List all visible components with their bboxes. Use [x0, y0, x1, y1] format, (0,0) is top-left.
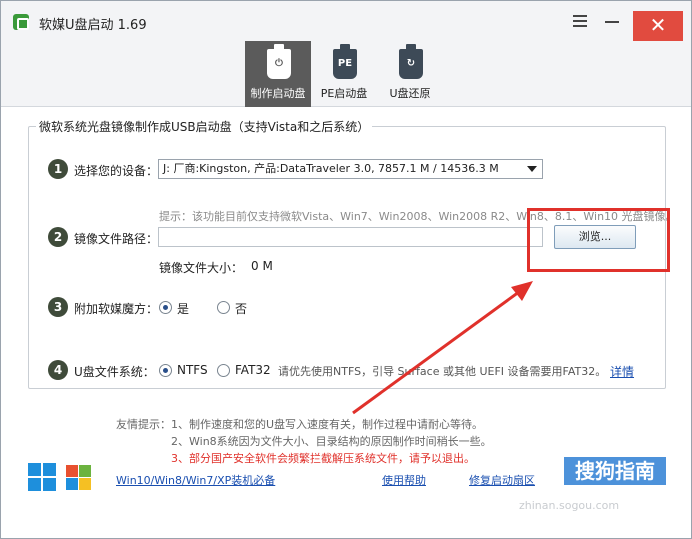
window-title: 软媒U盘启动 1.69: [39, 18, 147, 33]
step-2-badge: 2: [48, 227, 68, 247]
image-path-label: 镜像文件路径：: [74, 232, 159, 246]
tip-line-1: 友情提示：1、制作速度和您的U盘写入速度有关，制作过程中请耐心等待。: [116, 418, 484, 431]
group-legend: 微软系统光盘镜像制作成USB启动盘（支持Vista和之后系统）: [36, 118, 373, 135]
tab-label: U盘还原: [389, 87, 431, 100]
tab-label: 制作启动盘: [250, 87, 306, 100]
ntfs-label[interactable]: NTFS: [177, 363, 208, 377]
image-path-input[interactable]: [158, 227, 543, 247]
highlight-box: [527, 208, 670, 272]
repair-boot-link[interactable]: 修复启动扇区: [469, 472, 535, 488]
usb-restore-icon: ↻: [399, 44, 423, 79]
device-selected-value: J: 厂商:Kingston, 产品:DataTraveler 3.0, 785…: [163, 162, 499, 175]
fat32-radio[interactable]: [217, 364, 230, 377]
mofang-label: 附加软媒魔方：: [74, 302, 159, 316]
image-size-value: 0 M: [251, 259, 273, 273]
windows10-logo-icon[interactable]: [28, 463, 56, 491]
windows7-logo-icon[interactable]: [64, 463, 92, 491]
mofang-no-radio[interactable]: [217, 301, 230, 314]
usb-power-icon: ⏻: [267, 44, 291, 79]
tip-line-2: 2、Win8系统因为文件大小、目录结构的原因制作时间稍长一些。: [171, 435, 492, 448]
image-size-label: 镜像文件大小：: [159, 261, 244, 275]
device-label: 选择您的设备：: [74, 164, 159, 178]
mofang-yes-radio[interactable]: [159, 301, 172, 314]
filesystem-note: 请优先使用NTFS，引导 Surface 或其他 UEFI 设备需要用FAT32…: [278, 365, 607, 378]
step-1-badge: 1: [48, 159, 68, 179]
win-install-link[interactable]: Win10/Win8/Win7/XP装机必备: [116, 472, 275, 488]
device-select[interactable]: J: 厂商:Kingston, 产品:DataTraveler 3.0, 785…: [158, 159, 543, 179]
tab-label: PE启动盘: [320, 87, 368, 100]
chevron-down-icon[interactable]: [527, 166, 537, 172]
mofang-no-label[interactable]: 否: [235, 300, 247, 317]
mofang-yes-label[interactable]: 是: [177, 300, 189, 317]
help-link[interactable]: 使用帮助: [382, 472, 426, 488]
close-button[interactable]: ✕: [633, 11, 683, 41]
tab-bar: ⏻ 制作启动盘 PE PE启动盘 ↻ U盘还原: [1, 41, 691, 107]
tab-make-boot-disk[interactable]: ⏻ 制作启动盘: [245, 41, 311, 107]
tips-block: 友情提示：1、制作速度和您的U盘写入速度有关，制作过程中请耐心等待。 2、Win…: [116, 416, 492, 467]
details-link[interactable]: 详情: [610, 363, 634, 380]
step-3-badge: 3: [48, 297, 68, 317]
sogou-watermark: 搜狗指南: [564, 457, 666, 485]
minimize-icon[interactable]: [605, 21, 619, 23]
title-bar: 软媒U盘启动 1.69 ✕: [1, 1, 691, 41]
usb-pe-icon: PE: [333, 44, 357, 79]
menu-icon[interactable]: [573, 15, 587, 27]
fat32-label[interactable]: FAT32: [235, 363, 271, 377]
tab-pe-boot-disk[interactable]: PE PE启动盘: [311, 41, 377, 107]
app-window: 软媒U盘启动 1.69 ✕ ⏻ 制作启动盘 PE PE启动盘 ↻ U盘还原 微软…: [0, 0, 692, 539]
ntfs-radio[interactable]: [159, 364, 172, 377]
filesystem-label: U盘文件系统：: [74, 365, 155, 379]
tab-usb-restore[interactable]: ↻ U盘还原: [377, 41, 443, 107]
app-logo-icon: [13, 14, 29, 30]
tip-line-3: 3、部分国产安全软件会频繁拦截解压系统文件，请予以退出。: [171, 452, 475, 465]
step-4-badge: 4: [48, 360, 68, 380]
sogou-watermark-url: zhinan.sogou.com: [519, 499, 620, 512]
